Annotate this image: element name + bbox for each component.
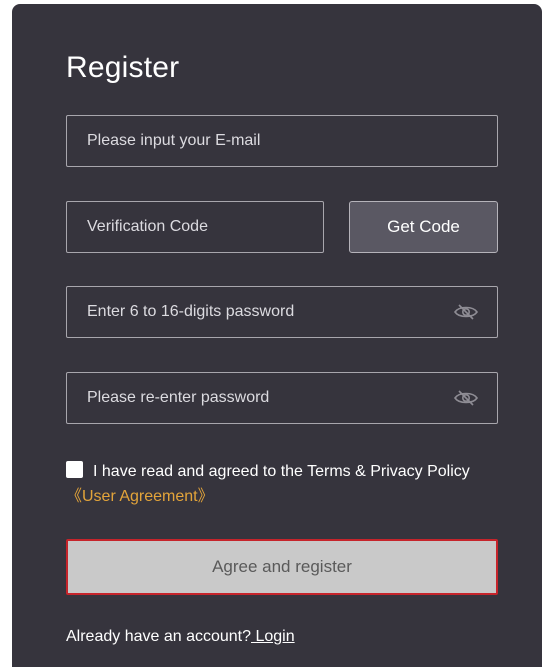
- agree-checkbox[interactable]: [66, 461, 83, 478]
- eye-slash-icon[interactable]: [453, 389, 479, 407]
- password-field-wrapper: [66, 286, 498, 338]
- repassword-field[interactable]: [67, 373, 497, 423]
- login-row: Already have an account? Login: [66, 628, 295, 646]
- password-field[interactable]: [67, 287, 497, 337]
- email-field[interactable]: [67, 116, 497, 166]
- repassword-field-wrapper: [66, 372, 498, 424]
- agree-register-button[interactable]: Agree and register: [66, 539, 498, 595]
- eye-slash-icon[interactable]: [453, 303, 479, 321]
- verification-code-wrapper: [66, 201, 324, 253]
- login-prompt: Already have an account?: [66, 628, 252, 645]
- page-title: Register: [66, 51, 180, 84]
- user-agreement-link[interactable]: 《User Agreement》: [66, 488, 214, 505]
- agreement-row: I have read and agreed to the Terms & Pr…: [66, 459, 506, 509]
- verification-code-field[interactable]: [67, 202, 323, 252]
- email-field-wrapper: [66, 115, 498, 167]
- register-panel: Register Get Code I have read and agreed…: [12, 4, 542, 667]
- get-code-button[interactable]: Get Code: [349, 201, 498, 253]
- login-link[interactable]: Login: [251, 628, 294, 645]
- agreement-text: I have read and agreed to the Terms & Pr…: [93, 463, 470, 480]
